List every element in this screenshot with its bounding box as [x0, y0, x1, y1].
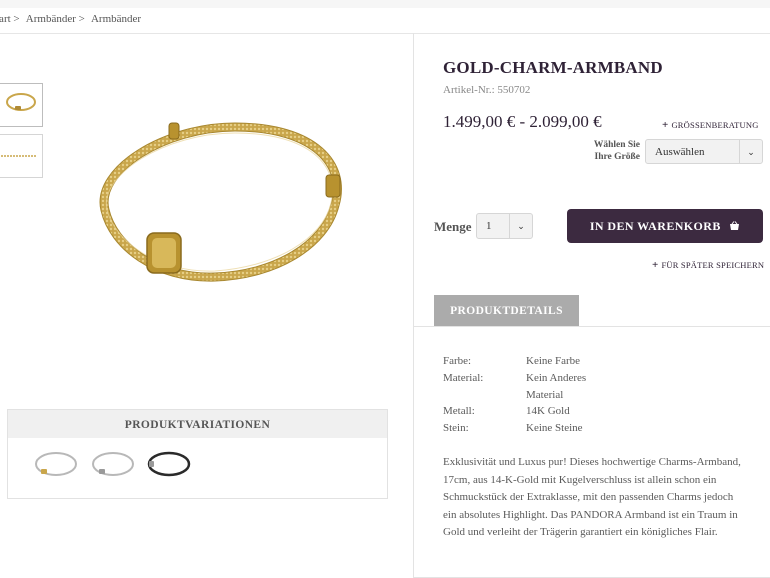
article-number: Artikel-Nr.: 550702 [443, 84, 531, 96]
spec-key: Stein: [443, 422, 469, 435]
size-select-value: Auswählen [655, 146, 705, 158]
variation-silver[interactable] [90, 448, 136, 480]
tab-product-details[interactable]: PRODUKTDETAILS [434, 295, 579, 327]
breadcrumb-bracelets-current[interactable]: Armbänder [91, 13, 141, 25]
product-description: Exklusivität und Luxus pur! Dieses hochw… [443, 456, 741, 538]
save-for-later-label: FÜR SPÄTER SPEICHERN [661, 260, 765, 270]
add-to-cart-label: IN DEN WARENKORB [589, 219, 721, 233]
variation-gold-silver[interactable] [33, 448, 79, 480]
top-strip [0, 0, 770, 8]
spec-value: 14K Gold [526, 405, 570, 418]
spec-row: Material: Kein Anderes Material [443, 370, 606, 404]
size-select[interactable]: Auswählen ⌄ [645, 139, 763, 164]
thumbnail-bracelet-side[interactable] [0, 134, 43, 178]
spec-row: Metall: 14K Gold [443, 403, 606, 420]
add-to-cart-button[interactable]: IN DEN WARENKORB [567, 209, 763, 243]
tab-underline [413, 326, 770, 327]
breadcrumb-bar: tart > Armbänder > Armbänder [0, 8, 770, 34]
spec-key: Metall: [443, 405, 475, 418]
basket-icon [730, 221, 740, 230]
product-title: GOLD-CHARM-ARMBAND [443, 58, 663, 77]
spec-row: Stein: Keine Steine [443, 420, 606, 437]
spec-row: Farbe: Keine Farbe [443, 353, 606, 370]
spec-value: Keine Steine [526, 422, 583, 435]
quantity-select[interactable]: 1 ⌄ [476, 213, 533, 239]
chevron-down-icon: ⌄ [739, 140, 762, 163]
quantity-label: Menge [434, 219, 472, 234]
spec-key: Farbe: [443, 355, 472, 367]
product-variations: PRODUKTVARIATIONEN [7, 409, 388, 499]
thumbnail-bracelet-front[interactable] [0, 83, 43, 127]
plus-icon: + [662, 119, 669, 131]
breadcrumb-start[interactable]: tart > [0, 13, 20, 25]
size-advice-label: GRÖSSENBERATUNG [671, 120, 759, 130]
variations-title: PRODUKTVARIATIONEN [8, 410, 387, 438]
plus-icon: + [652, 259, 659, 271]
variation-leather[interactable] [146, 448, 192, 480]
size-label-line2: Ihre Größe [594, 152, 640, 162]
spec-value: Keine Farbe [526, 355, 581, 367]
size-advice-link[interactable]: + GRÖSSENBERATUNG [662, 119, 759, 131]
column-divider [413, 33, 414, 578]
size-label: Wählen Sie Ihre Größe [588, 139, 640, 163]
breadcrumb-bracelets[interactable]: Armbänder > [26, 13, 85, 25]
product-image [99, 122, 342, 282]
quantity-value: 1 [486, 220, 492, 232]
spec-value: Kein Anderes Material [526, 371, 587, 401]
product-specs: Farbe: Keine Farbe Material: Kein Andere… [443, 353, 606, 437]
chevron-down-icon: ⌄ [509, 214, 532, 238]
save-for-later-link[interactable]: + FÜR SPÄTER SPEICHERN [652, 259, 764, 271]
price-range: 1.499,00 € - 2.099,00 € [443, 112, 602, 131]
breadcrumb: tart > Armbänder > Armbänder [0, 13, 145, 25]
size-label-line1: Wählen Sie [593, 140, 640, 150]
spec-key: Material: [443, 371, 484, 384]
